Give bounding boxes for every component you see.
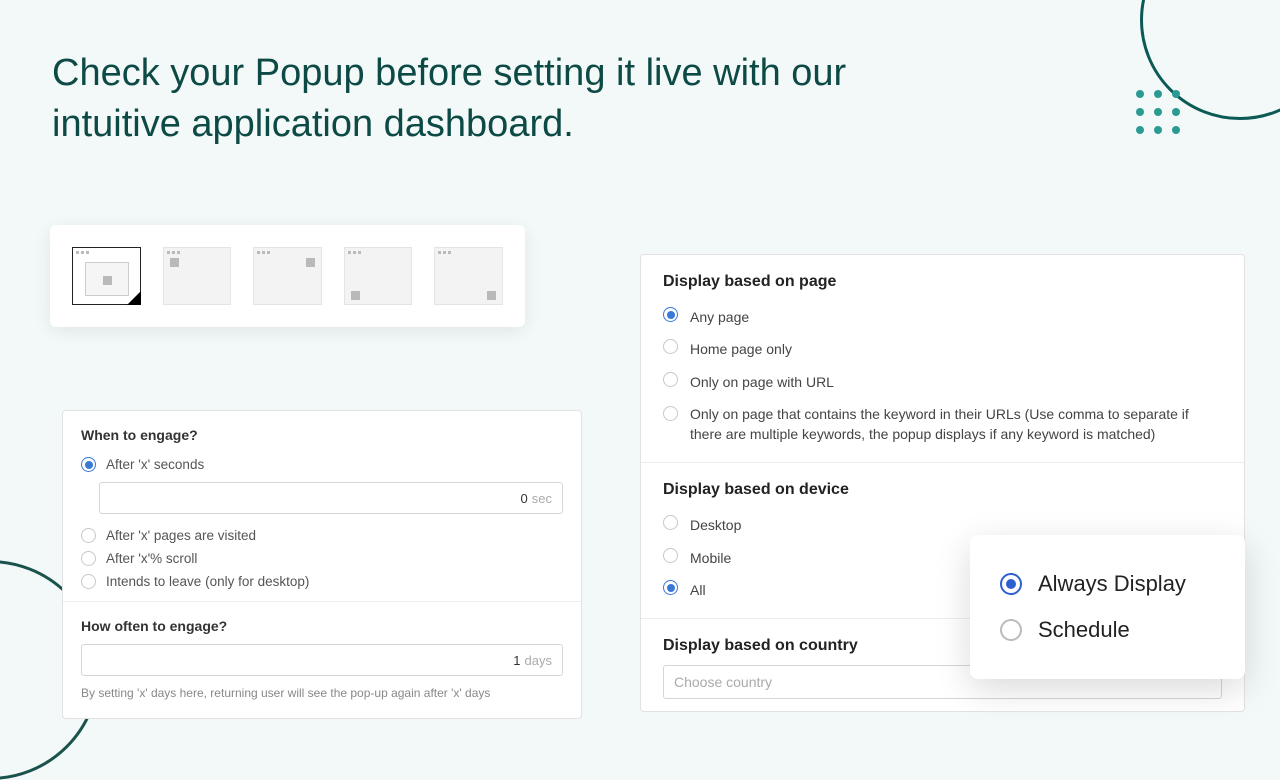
radio-label: After 'x' seconds xyxy=(106,457,204,472)
radio-icon xyxy=(663,515,678,530)
radio-after-seconds[interactable]: After 'x' seconds xyxy=(81,453,563,476)
radio-intends-leave[interactable]: Intends to leave (only for desktop) xyxy=(81,570,563,593)
radio-label: Home page only xyxy=(690,339,792,359)
radio-label: Intends to leave (only for desktop) xyxy=(106,574,309,589)
radio-after-scroll[interactable]: After 'x'% scroll xyxy=(81,547,563,570)
template-top-left[interactable] xyxy=(163,247,232,305)
radio-label: Any page xyxy=(690,307,749,327)
how-often-help: By setting 'x' days here, returning user… xyxy=(81,686,563,700)
radio-icon xyxy=(81,528,96,543)
radio-label: After 'x'% scroll xyxy=(106,551,197,566)
radio-icon xyxy=(663,580,678,595)
radio-label: Only on page that contains the keyword i… xyxy=(690,404,1222,445)
radio-schedule[interactable]: Schedule xyxy=(1000,607,1215,653)
radio-label: All xyxy=(690,580,706,600)
radio-any-page[interactable]: Any page xyxy=(663,301,1222,333)
when-engage-title: When to engage? xyxy=(81,427,563,443)
radio-icon xyxy=(663,406,678,421)
display-page-title: Display based on page xyxy=(663,273,1222,291)
page-headline: Check your Popup before setting it live … xyxy=(52,48,952,151)
radio-icon xyxy=(663,339,678,354)
layout-templates-card xyxy=(50,225,525,327)
radio-icon xyxy=(663,548,678,563)
radio-icon xyxy=(1000,619,1022,641)
engage-card: When to engage? After 'x' seconds 0 sec … xyxy=(62,410,582,719)
display-device-title: Display based on device xyxy=(663,481,1222,499)
radio-icon xyxy=(663,307,678,322)
radio-after-pages[interactable]: After 'x' pages are visited xyxy=(81,524,563,547)
days-input[interactable]: 1 days xyxy=(81,644,563,676)
template-center[interactable] xyxy=(72,247,141,305)
radio-always-display[interactable]: Always Display xyxy=(1000,561,1215,607)
radio-label: Always Display xyxy=(1038,571,1186,597)
radio-icon xyxy=(81,574,96,589)
template-bottom-right[interactable] xyxy=(434,247,503,305)
radio-label: Schedule xyxy=(1038,617,1130,643)
radio-icon xyxy=(1000,573,1022,595)
how-often-title: How often to engage? xyxy=(81,618,563,634)
radio-url-page[interactable]: Only on page with URL xyxy=(663,366,1222,398)
radio-label: Only on page with URL xyxy=(690,372,834,392)
country-placeholder: Choose country xyxy=(674,674,772,690)
radio-icon xyxy=(663,372,678,387)
radio-keyword-page[interactable]: Only on page that contains the keyword i… xyxy=(663,398,1222,451)
radio-label: After 'x' pages are visited xyxy=(106,528,256,543)
radio-icon xyxy=(81,457,96,472)
radio-label: Desktop xyxy=(690,515,741,535)
seconds-input[interactable]: 0 sec xyxy=(99,482,563,514)
template-top-right[interactable] xyxy=(253,247,322,305)
radio-icon xyxy=(81,551,96,566)
schedule-popover: Always Display Schedule xyxy=(970,535,1245,679)
decor-dots xyxy=(1136,90,1180,134)
template-bottom-left[interactable] xyxy=(344,247,413,305)
radio-label: Mobile xyxy=(690,548,731,568)
radio-home-page[interactable]: Home page only xyxy=(663,333,1222,365)
